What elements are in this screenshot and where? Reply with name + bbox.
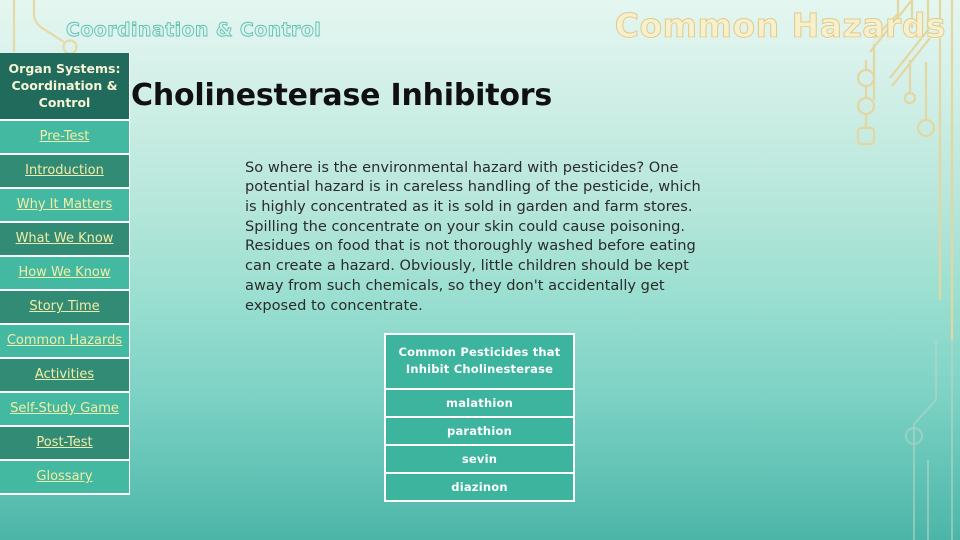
sidebar-item-glossary[interactable]: Glossary	[0, 461, 129, 495]
table-row: sevin	[386, 446, 573, 472]
sidebar-item-activities[interactable]: Activities	[0, 359, 129, 393]
sidebar-item-why-it-matters[interactable]: Why It Matters	[0, 189, 129, 223]
deck-kicker: Coordination & Control	[66, 19, 322, 42]
sidebar-item-introduction[interactable]: Introduction	[0, 155, 129, 189]
table-row: malathion	[386, 390, 573, 416]
sidebar-item-common-hazards[interactable]: Common Hazards	[0, 325, 129, 359]
slide-canvas: Coordination & Control Common Hazards Ch…	[0, 0, 960, 540]
deck-title: Common Hazards	[614, 6, 946, 46]
sidebar-navigation: Organ Systems: Coordination & Control Pr…	[0, 53, 130, 495]
sidebar-item-what-we-know[interactable]: What We Know	[0, 223, 129, 257]
pesticide-table: Common Pesticides that Inhibit Cholinest…	[384, 333, 575, 502]
sidebar-item-post-test[interactable]: Post-Test	[0, 427, 129, 461]
table-row: diazinon	[386, 474, 573, 500]
sidebar-item-pre-test[interactable]: Pre-Test	[0, 121, 129, 155]
circuit-decoration-top-right	[856, 0, 954, 340]
table-header: Common Pesticides that Inhibit Cholinest…	[386, 335, 573, 388]
page-title: Cholinesterase Inhibitors	[131, 78, 553, 114]
sidebar-heading: Organ Systems: Coordination & Control	[0, 53, 129, 121]
sidebar-item-story-time[interactable]: Story Time	[0, 291, 129, 325]
sidebar-item-self-study-game[interactable]: Self-Study Game	[0, 393, 129, 427]
circuit-decoration-bottom-right	[905, 340, 953, 540]
table-row: parathion	[386, 418, 573, 444]
body-text: So where is the environmental hazard wit…	[245, 158, 701, 314]
sidebar-item-how-we-know[interactable]: How We Know	[0, 257, 129, 291]
